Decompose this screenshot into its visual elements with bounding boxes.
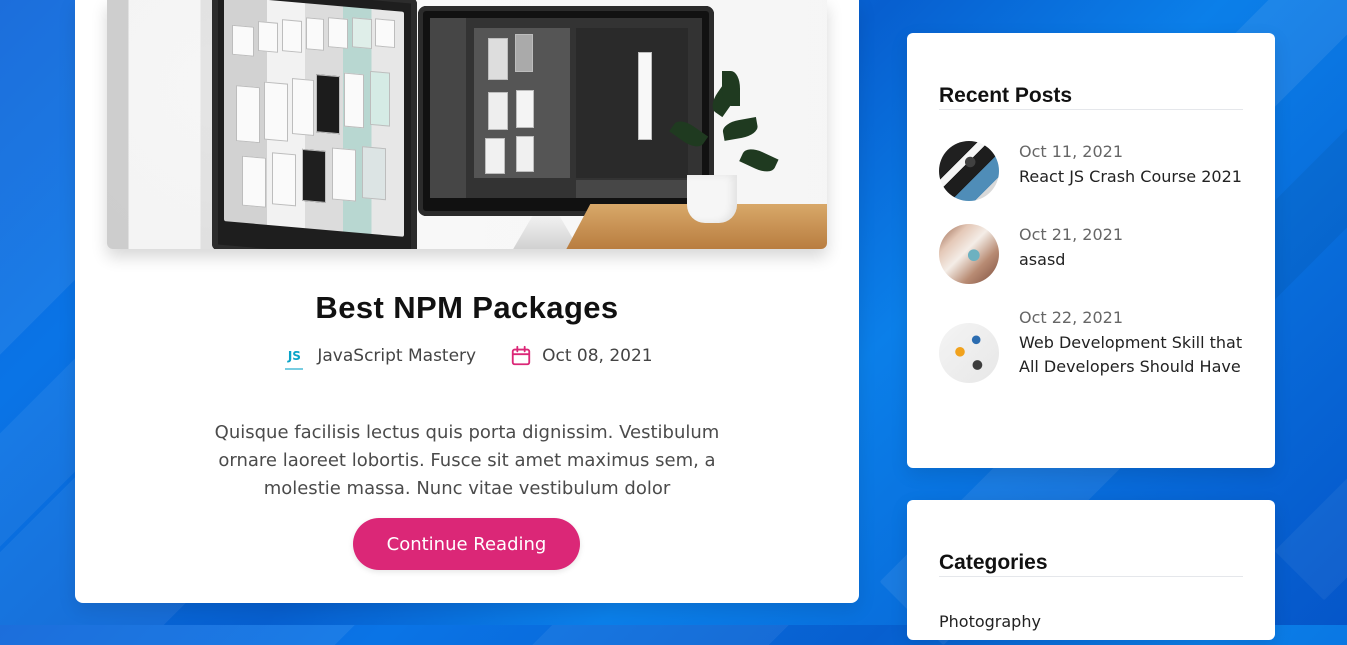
recent-posts-widget: Recent Posts Oct 11, 2021 React JS Crash… — [907, 33, 1275, 468]
continue-reading-button[interactable]: Continue Reading — [353, 518, 580, 570]
javascript-logo-icon: JS — [281, 345, 307, 370]
recent-post-thumbnail[interactable] — [939, 224, 999, 284]
screen-thumbnail — [370, 70, 390, 127]
categories-title: Categories — [939, 551, 1048, 575]
recent-post-date: Oct 21, 2021 — [1019, 225, 1123, 244]
leaf-icon — [722, 71, 740, 106]
screen-thumbnail — [488, 38, 508, 80]
plant-pot — [687, 175, 737, 223]
screen-thumbnail — [302, 148, 326, 204]
widget-divider — [939, 109, 1243, 110]
javascript-logo-text: JS — [287, 349, 301, 363]
widget-divider — [939, 576, 1243, 577]
post-meta: JS JavaScript Mastery Oct 08, 2021 — [75, 342, 859, 370]
recent-post-item[interactable]: Oct 11, 2021 React JS Crash Course 2021 — [939, 141, 1243, 201]
recent-posts-title: Recent Posts — [939, 84, 1073, 108]
screen-thumbnail — [242, 155, 266, 208]
left-monitor-screen — [224, 0, 404, 237]
screen-thumbnail — [272, 152, 296, 207]
recent-post-thumbnail[interactable] — [939, 323, 999, 383]
screen-thumbnail — [306, 17, 324, 51]
recent-post-date: Oct 11, 2021 — [1019, 142, 1123, 161]
recent-post-date: Oct 22, 2021 — [1019, 308, 1123, 327]
post-date: Oct 08, 2021 — [510, 344, 653, 368]
screen-thumbnail — [515, 34, 533, 72]
recent-post-thumbnail[interactable] — [939, 141, 999, 201]
recent-post-text: Oct 11, 2021 React JS Crash Course 2021 — [1019, 141, 1243, 189]
calendar-icon — [511, 345, 531, 366]
recent-post-title[interactable]: React JS Crash Course 2021 — [1019, 165, 1243, 189]
recent-post-item[interactable]: Oct 22, 2021 Web Development Skill that … — [939, 307, 1243, 383]
screen-thumbnail — [488, 92, 508, 130]
category-item-photography[interactable]: Photography — [939, 612, 1041, 631]
screen-thumbnail — [264, 81, 288, 142]
screen-thumbnail — [516, 136, 534, 172]
screen-thumbnail — [516, 90, 534, 128]
recent-post-title[interactable]: asasd — [1019, 248, 1243, 272]
screen-thumbnail — [316, 74, 340, 135]
recent-post-text: Oct 22, 2021 Web Development Skill that … — [1019, 307, 1243, 379]
screen-thumbnail — [485, 138, 505, 174]
screen-thumbnail — [258, 21, 278, 53]
screen-thumbnail — [328, 17, 348, 49]
screen-thumbnail — [362, 146, 386, 201]
screen-thumbnail — [344, 72, 364, 129]
post-date-text: Oct 08, 2021 — [542, 346, 653, 366]
recent-post-title[interactable]: Web Development Skill that All Developer… — [1019, 331, 1243, 379]
post-featured-image — [107, 0, 827, 249]
screen-thumbnail — [292, 78, 314, 136]
screen-thumbnail — [232, 24, 254, 57]
post-excerpt: Quisque facilisis lectus quis porta dign… — [214, 422, 720, 499]
right-monitor-image — [418, 6, 714, 216]
post-title: Best NPM Packages — [315, 289, 619, 325]
author-name: JavaScript Mastery — [317, 346, 477, 366]
bottom-panel — [576, 180, 688, 198]
right-monitor-screen — [430, 18, 702, 198]
background-stripe — [1274, 409, 1347, 601]
left-monitor-image — [212, 0, 417, 249]
editor-dark-canvas — [576, 28, 688, 178]
editor-sidebar — [430, 18, 466, 198]
screen-thumbnail — [638, 52, 652, 140]
post-author: JS JavaScript Mastery — [281, 345, 477, 370]
categories-widget: Categories Photography — [907, 500, 1275, 640]
recent-post-text: Oct 21, 2021 asasd — [1019, 224, 1243, 272]
screen-thumbnail — [282, 19, 302, 53]
screen-thumbnail — [352, 17, 372, 50]
screen-thumbnail — [332, 147, 356, 202]
recent-post-item[interactable]: Oct 21, 2021 asasd — [939, 224, 1243, 284]
screen-thumbnail — [375, 18, 395, 49]
screen-thumbnail — [236, 85, 260, 144]
blog-post-card: Best NPM Packages JS JavaScript Mastery … — [75, 0, 859, 603]
